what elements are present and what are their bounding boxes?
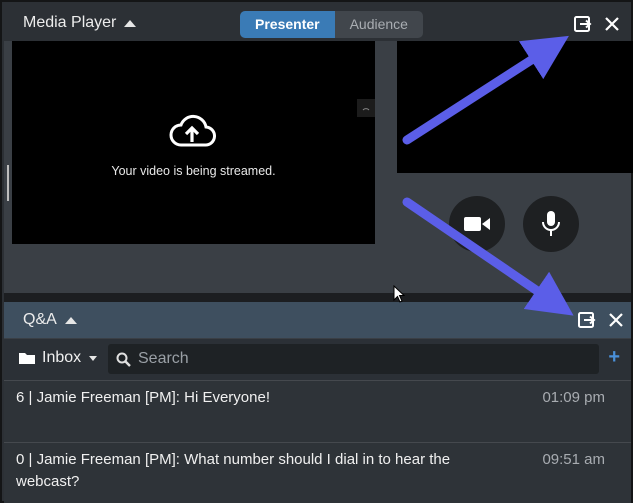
inbox-label: Inbox bbox=[42, 349, 82, 366]
app-window: Media Player Presenter Audience Your vid… bbox=[0, 0, 633, 503]
qa-title-text: Q&A bbox=[23, 311, 57, 328]
qa-message-row[interactable]: 0 | Jamie Freeman [PM]: What number shou… bbox=[4, 442, 631, 503]
qa-message-time: 01:09 pm bbox=[542, 389, 605, 406]
folder-icon bbox=[19, 353, 35, 364]
mouse-cursor-icon bbox=[393, 284, 406, 308]
caret-down-icon bbox=[89, 355, 98, 361]
qa-message-time: 09:51 am bbox=[542, 451, 605, 468]
resize-handle[interactable] bbox=[7, 165, 9, 201]
main-video: Your video is being streamed. bbox=[12, 41, 375, 244]
qa-message-text: 0 | Jamie Freeman [PM]: What number shou… bbox=[16, 451, 451, 490]
qa-toolbar: Inbox + bbox=[4, 338, 631, 380]
microphone-button[interactable] bbox=[523, 196, 579, 252]
camera-button[interactable] bbox=[449, 196, 505, 252]
plus-icon[interactable]: + bbox=[608, 346, 620, 369]
microphone-icon bbox=[542, 211, 560, 236]
panel-divider[interactable] bbox=[4, 293, 631, 302]
popout-icon[interactable] bbox=[578, 311, 596, 329]
view-toggle: Presenter Audience bbox=[240, 11, 423, 38]
signal-icon[interactable] bbox=[357, 99, 375, 117]
qa-message-row[interactable]: 6 | Jamie Freeman [PM]: Hi Everyone! 01:… bbox=[4, 380, 631, 442]
qa-search[interactable] bbox=[108, 344, 599, 374]
video-camera-icon bbox=[464, 217, 490, 231]
qa-title[interactable]: Q&A bbox=[23, 311, 77, 329]
qa-header-actions bbox=[578, 311, 625, 329]
cloud-upload-icon bbox=[168, 114, 216, 153]
stream-status-text: Your video is being streamed. bbox=[111, 164, 276, 178]
close-icon[interactable] bbox=[607, 311, 625, 329]
search-input[interactable] bbox=[138, 350, 578, 368]
inbox-dropdown[interactable]: Inbox bbox=[18, 349, 98, 367]
media-player-header-actions bbox=[574, 15, 621, 33]
qa-message-text: 6 | Jamie Freeman [PM]: Hi Everyone! bbox=[16, 389, 270, 406]
caret-up-icon[interactable] bbox=[64, 316, 77, 324]
caret-up-icon[interactable] bbox=[124, 19, 137, 27]
media-player-title[interactable]: Media Player bbox=[23, 14, 137, 32]
media-player-header: Media Player Presenter Audience bbox=[4, 4, 631, 41]
popout-icon[interactable] bbox=[574, 15, 592, 33]
qa-header: Q&A bbox=[4, 302, 631, 338]
presenter-toggle[interactable]: Presenter bbox=[240, 11, 335, 38]
qa-message-list: 6 | Jamie Freeman [PM]: Hi Everyone! 01:… bbox=[4, 380, 631, 503]
media-player-body: Your video is being streamed. bbox=[4, 41, 633, 293]
self-video bbox=[397, 41, 633, 173]
search-icon bbox=[116, 352, 131, 367]
close-icon[interactable] bbox=[603, 15, 621, 33]
audience-toggle[interactable]: Audience bbox=[334, 11, 423, 38]
media-player-title-text: Media Player bbox=[23, 14, 117, 31]
